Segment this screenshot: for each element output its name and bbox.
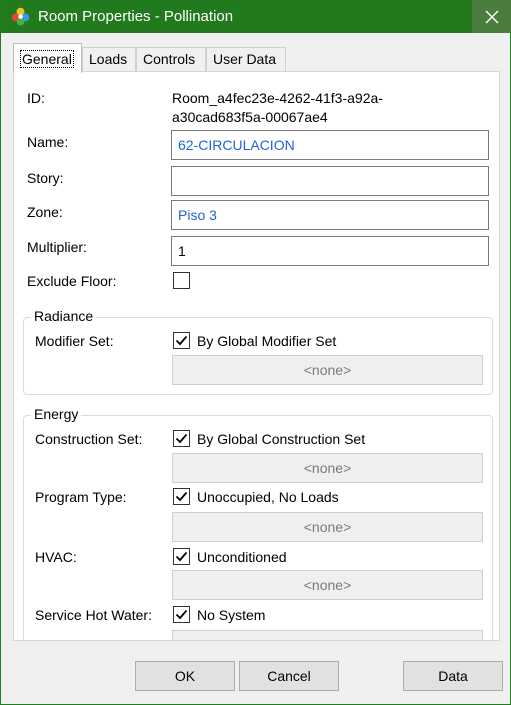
tab-general[interactable]: General bbox=[13, 43, 82, 73]
hvac-checkbox-label: Unconditioned bbox=[197, 549, 287, 565]
modifier-set-checkbox[interactable] bbox=[173, 332, 190, 349]
title-bar: Room Properties - Pollination bbox=[1, 0, 511, 33]
modifier-set-label: Modifier Set: bbox=[35, 333, 114, 349]
service-hot-water-checkbox-label: No System bbox=[197, 607, 266, 623]
program-type-button[interactable]: <none> bbox=[172, 512, 483, 542]
program-type-checkbox-label: Unoccupied, No Loads bbox=[197, 489, 339, 505]
service-hot-water-button[interactable] bbox=[172, 630, 483, 640]
multiplier-label: Multiplier: bbox=[27, 239, 87, 255]
construction-set-button[interactable]: <none> bbox=[172, 453, 483, 483]
program-type-label: Program Type: bbox=[35, 489, 127, 505]
story-label: Story: bbox=[27, 170, 64, 186]
name-field[interactable]: 62-CIRCULACION bbox=[171, 130, 489, 160]
id-value-line1: Room_a4fec23e-4262-41f3-a92a- bbox=[172, 90, 383, 106]
checkmark-icon bbox=[175, 609, 188, 620]
construction-set-checkbox-label: By Global Construction Set bbox=[197, 431, 366, 447]
modifier-set-checkbox-label: By Global Modifier Set bbox=[197, 333, 337, 349]
modifier-set-button[interactable]: <none> bbox=[172, 355, 483, 385]
close-button[interactable] bbox=[472, 0, 511, 33]
room-properties-dialog: Room Properties - Pollination General Lo… bbox=[0, 0, 511, 705]
energy-group-title: Energy bbox=[31, 406, 82, 422]
tab-loads[interactable]: Loads bbox=[82, 47, 136, 72]
id-value-line2: a30cad683f5a-00067ae4 bbox=[172, 109, 328, 125]
data-button[interactable]: Data bbox=[403, 661, 503, 691]
name-label: Name: bbox=[27, 134, 69, 150]
exclude-floor-checkbox[interactable] bbox=[173, 272, 190, 289]
close-icon bbox=[485, 10, 499, 23]
service-hot-water-checkbox[interactable] bbox=[173, 606, 190, 623]
story-field[interactable] bbox=[171, 166, 489, 196]
checkmark-icon bbox=[175, 491, 188, 502]
checkmark-icon bbox=[175, 551, 188, 562]
pollination-logo-icon bbox=[11, 7, 30, 26]
hvac-button[interactable]: <none> bbox=[172, 570, 483, 600]
cancel-button[interactable]: Cancel bbox=[239, 661, 339, 691]
hvac-label: HVAC: bbox=[35, 549, 77, 565]
multiplier-field[interactable]: 1 bbox=[171, 236, 489, 266]
checkmark-icon bbox=[175, 335, 188, 346]
hvac-checkbox[interactable] bbox=[173, 548, 190, 565]
tab-user-data[interactable]: User Data bbox=[206, 47, 286, 72]
exclude-floor-label: Exclude Floor: bbox=[27, 273, 117, 289]
service-hot-water-label: Service Hot Water: bbox=[35, 607, 152, 623]
hvac-button-label: <none> bbox=[303, 577, 352, 593]
id-label: ID: bbox=[27, 90, 45, 106]
ok-button[interactable]: OK bbox=[135, 661, 235, 691]
construction-set-checkbox[interactable] bbox=[173, 430, 190, 447]
window-title: Room Properties - Pollination bbox=[38, 8, 234, 25]
zone-label: Zone: bbox=[27, 204, 63, 220]
zone-field[interactable]: Piso 3 bbox=[171, 200, 489, 230]
construction-set-label: Construction Set: bbox=[35, 431, 143, 447]
program-type-checkbox[interactable] bbox=[173, 488, 190, 505]
general-tab-panel: ID: Room_a4fec23e-4262-41f3-a92a- a30cad… bbox=[13, 71, 500, 641]
tab-controls[interactable]: Controls bbox=[136, 47, 206, 72]
checkmark-icon bbox=[175, 433, 188, 444]
radiance-group-title: Radiance bbox=[31, 308, 97, 324]
